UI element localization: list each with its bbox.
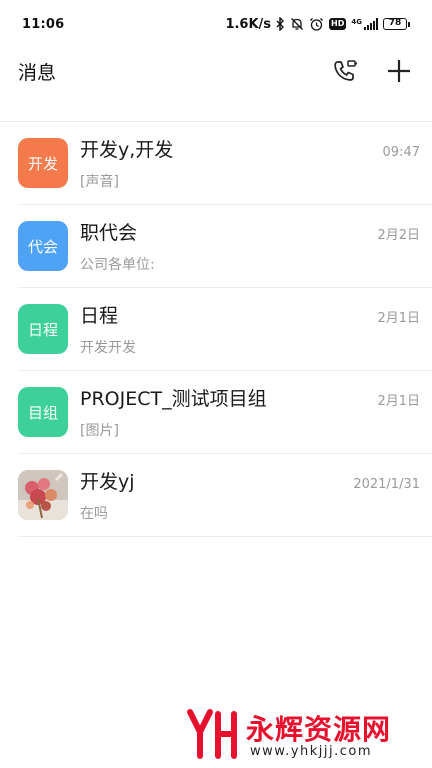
alarm-icon xyxy=(309,17,324,32)
mute-bell-icon xyxy=(290,17,304,31)
watermark: 永辉资源网 www.yhkjjj.com xyxy=(186,706,416,762)
watermark-url: www.yhkjjj.com xyxy=(250,744,373,759)
status-time: 11:06 xyxy=(22,16,65,32)
header-actions xyxy=(330,56,414,86)
status-bar: 11:06 1.6K/s HD 4G 78 xyxy=(0,0,432,48)
avatar: 日程 xyxy=(18,304,68,354)
conversation-name: 日程 xyxy=(80,305,119,327)
conversation-preview: [图片] xyxy=(80,423,119,439)
avatar: 代会 xyxy=(18,221,68,271)
list-item[interactable]: 开发 开发y,开发 09:47 [声音] xyxy=(18,122,432,205)
plus-icon[interactable] xyxy=(384,56,414,86)
conversation-name: 职代会 xyxy=(80,222,138,244)
avatar-label: 代会 xyxy=(27,237,58,256)
phone-call-icon[interactable] xyxy=(330,56,360,86)
avatar-label: 日程 xyxy=(27,320,58,339)
avatar-label: 目组 xyxy=(27,403,58,422)
conversation-name: PROJECT_测试项目组 xyxy=(80,388,267,410)
avatar-photo xyxy=(18,470,68,520)
status-icons: 1.6K/s HD 4G 78 xyxy=(225,17,410,32)
yh-logo-icon xyxy=(187,709,237,759)
flower-photo-icon xyxy=(18,470,68,520)
avatar: 目组 xyxy=(18,387,68,437)
list-item[interactable]: 代会 职代会 2月2日 公司各单位: xyxy=(18,205,432,288)
conversation-time: 2月1日 xyxy=(377,311,420,326)
bluetooth-icon xyxy=(276,17,285,31)
avatar: 开发 xyxy=(18,138,68,188)
conversation-name: 开发y,开发 xyxy=(80,139,174,161)
list-item[interactable]: 目组 PROJECT_测试项目组 2月1日 [图片] xyxy=(18,371,432,454)
signal-icon: 4G xyxy=(351,18,378,30)
battery-level: 78 xyxy=(383,18,407,30)
network-type-label: 4G xyxy=(351,18,362,26)
conversation-preview: 公司各单位: xyxy=(80,257,155,273)
avatar-label: 开发 xyxy=(27,154,58,173)
conversation-time: 09:47 xyxy=(382,145,420,160)
conversation-preview: 在吗 xyxy=(80,506,108,522)
battery-icon: 78 xyxy=(383,18,410,30)
conversation-time: 2月1日 xyxy=(377,394,420,409)
watermark-brand: 永辉资源网 xyxy=(246,713,392,746)
conversation-name: 开发yj xyxy=(80,471,135,493)
conversation-preview: 开发开发 xyxy=(80,340,136,356)
conversation-preview: [声音] xyxy=(80,174,119,190)
conversation-time: 2021/1/31 xyxy=(353,477,420,492)
conversation-time: 2月2日 xyxy=(377,228,420,243)
conversation-list: 开发 开发y,开发 09:47 [声音] 代会 职代会 2月2日 公司各单位: … xyxy=(18,122,432,537)
hd-icon: HD xyxy=(329,18,347,30)
list-item[interactable]: 开发yj 2021/1/31 在吗 xyxy=(18,454,432,537)
app-header: 消息 xyxy=(0,48,432,94)
list-item[interactable]: 日程 日程 2月1日 开发开发 xyxy=(18,288,432,371)
net-speed: 1.6K/s xyxy=(225,16,272,32)
page-title: 消息 xyxy=(18,61,57,84)
